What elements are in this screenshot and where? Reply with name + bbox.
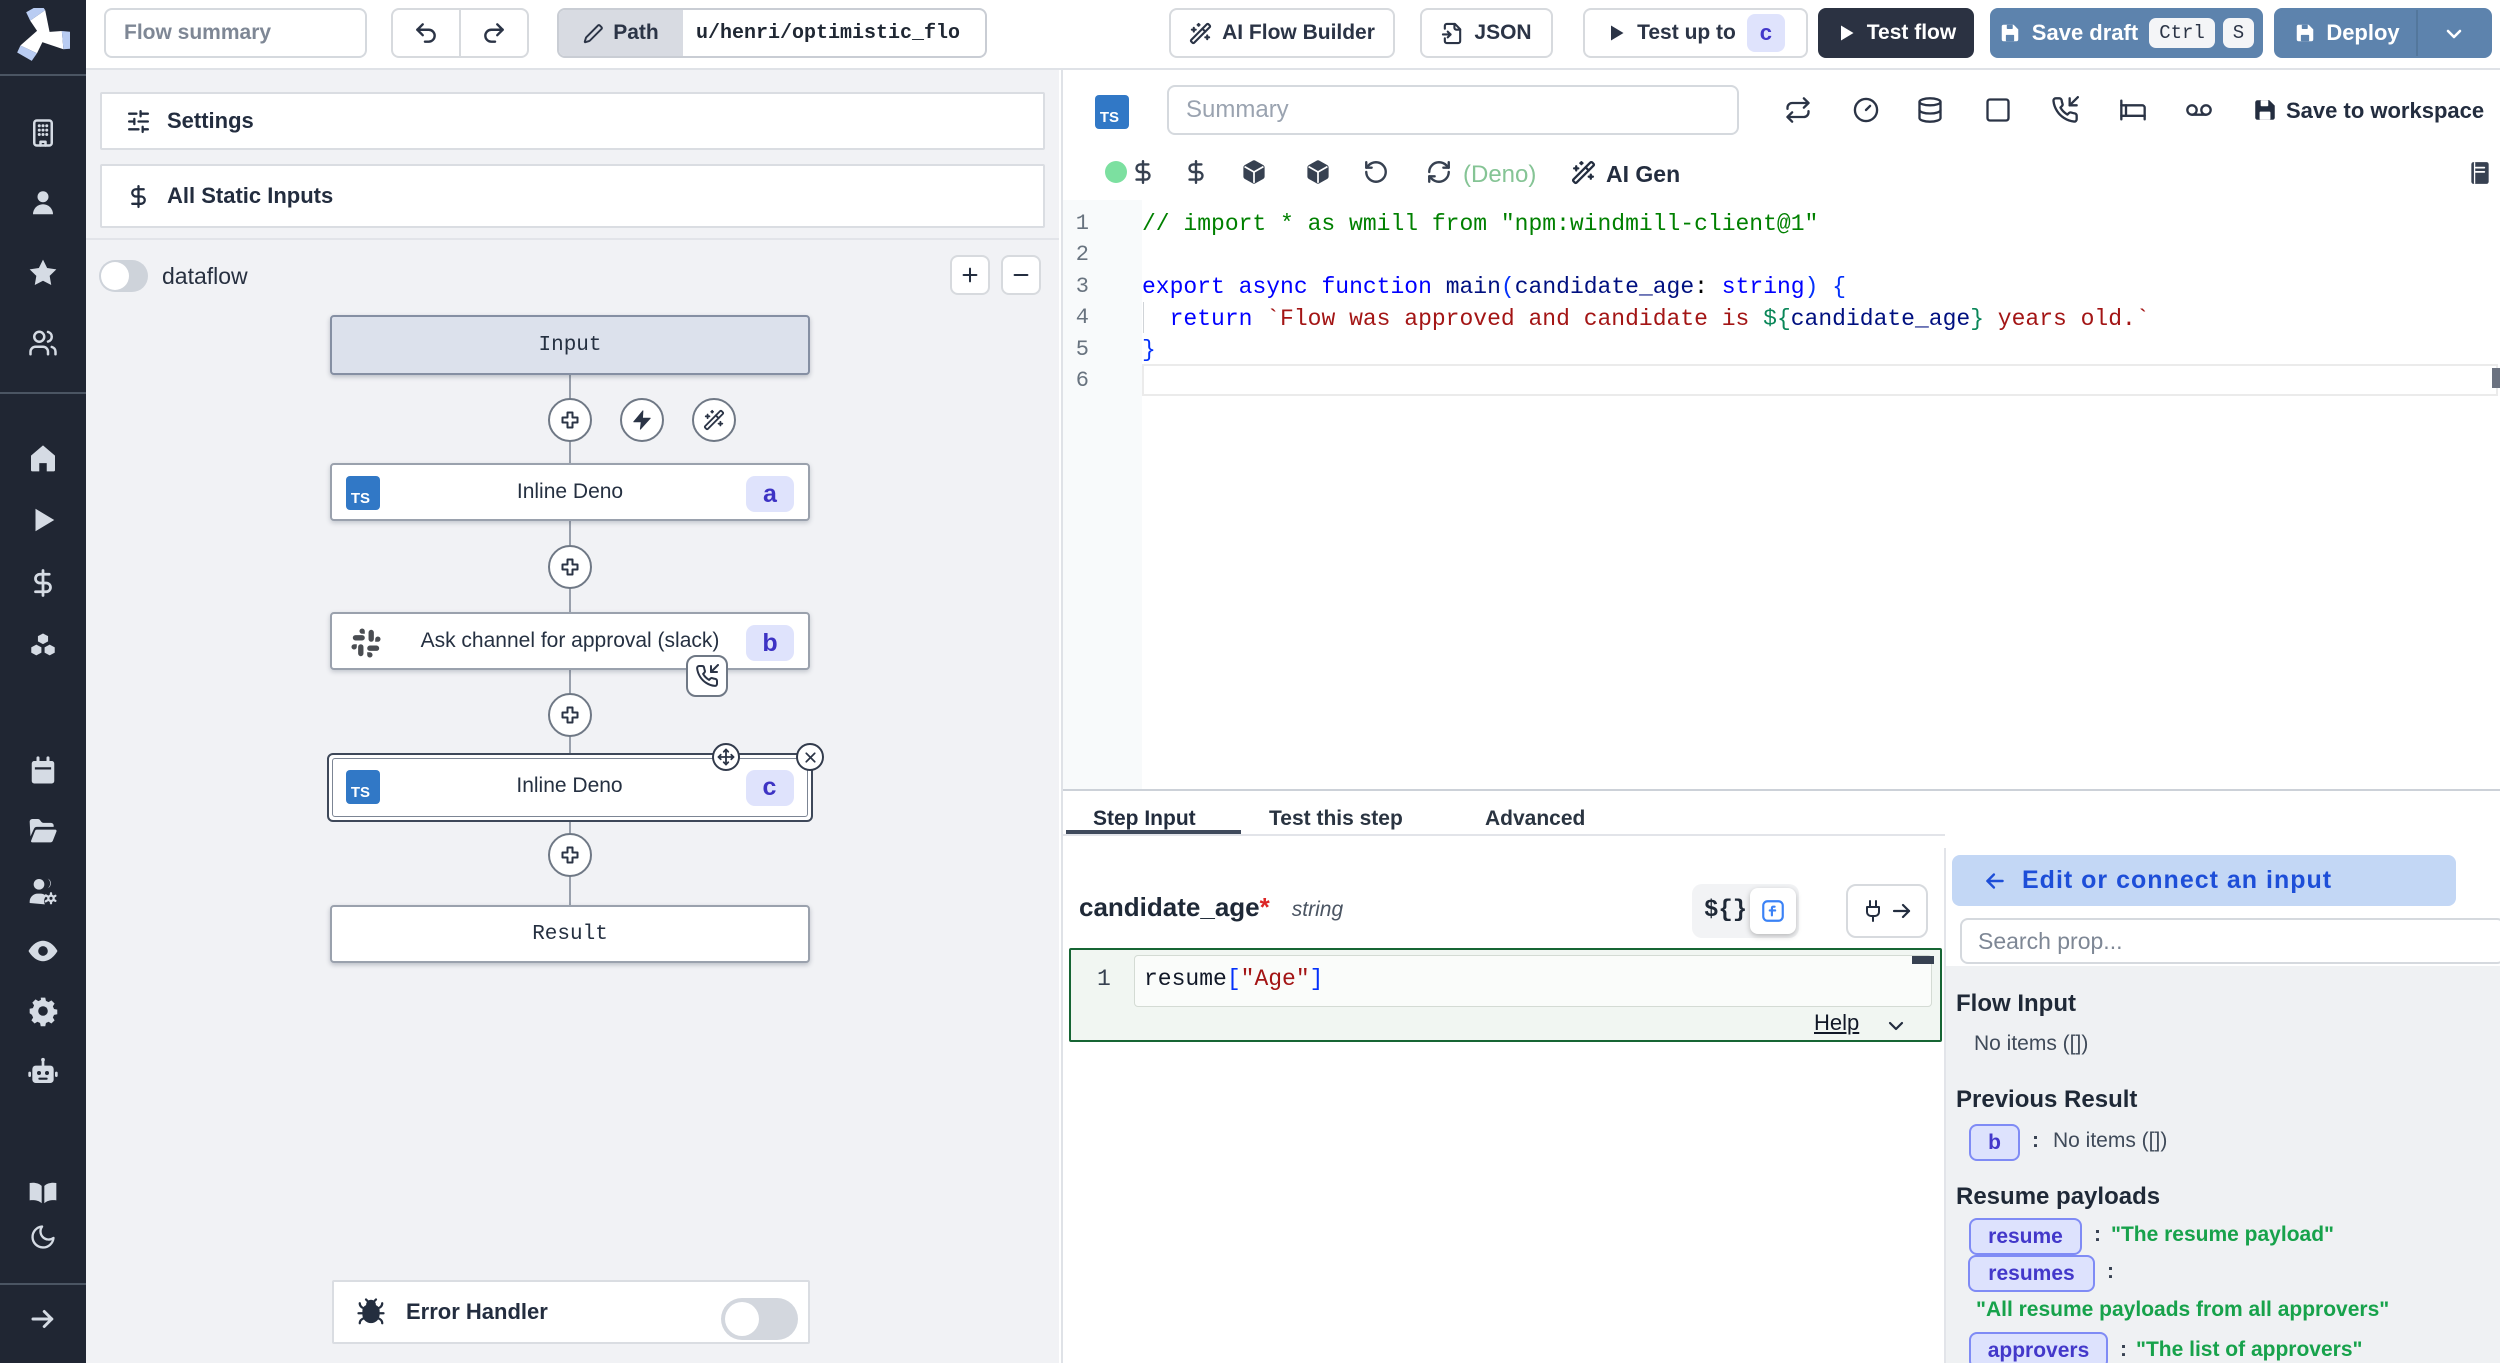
svg-text:TS: TS — [1100, 109, 1119, 126]
